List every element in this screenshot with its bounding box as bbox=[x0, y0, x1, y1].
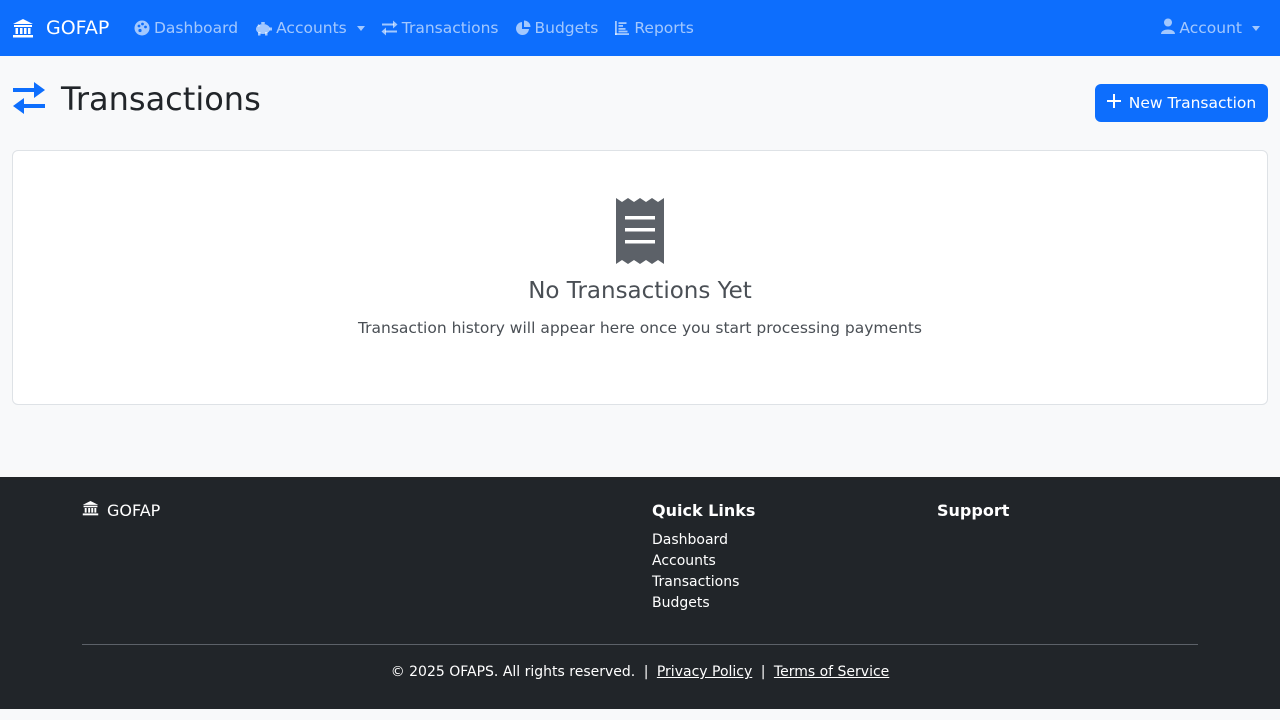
footer-brand-name: GOFAP bbox=[107, 500, 161, 520]
brand-link[interactable]: GOFAP bbox=[12, 0, 109, 56]
account-label: Account bbox=[1179, 19, 1242, 37]
new-transaction-label: New Transaction bbox=[1128, 94, 1257, 112]
bank-icon bbox=[82, 500, 99, 520]
brand-name: GOFAP bbox=[46, 17, 110, 39]
nav-item-transactions[interactable]: Transactions bbox=[381, 19, 499, 37]
nav-item-dashboard[interactable]: Dashboard bbox=[134, 19, 238, 37]
palette-icon bbox=[134, 20, 150, 36]
plus-icon bbox=[1106, 94, 1121, 112]
copyright-text: © 2025 OFAPS. All rights reserved. bbox=[390, 664, 636, 680]
navbar: GOFAP Dashboard Accounts Transactions Bu… bbox=[0, 0, 1280, 56]
nav-item-label: Reports bbox=[634, 19, 694, 37]
empty-state-subtitle: Transaction history will appear here onc… bbox=[357, 319, 923, 337]
nav-item-label: Budgets bbox=[534, 19, 599, 37]
empty-state-title: No Transactions Yet bbox=[528, 278, 752, 304]
separator: | bbox=[760, 664, 766, 680]
exchange-icon bbox=[12, 82, 46, 118]
nav-item-label: Transactions bbox=[401, 19, 499, 37]
piggy-bank-icon bbox=[254, 20, 273, 36]
footer-copyright-line: © 2025 OFAPS. All rights reserved. | Pri… bbox=[0, 664, 1280, 680]
nav-item-accounts[interactable]: Accounts bbox=[254, 19, 365, 37]
quick-links-list: Dashboard Accounts Transactions Budgets bbox=[652, 530, 739, 614]
footer-link-transactions[interactable]: Transactions bbox=[652, 572, 739, 593]
footer-link-budgets[interactable]: Budgets bbox=[652, 593, 739, 614]
nav-item-budgets[interactable]: Budgets bbox=[515, 19, 599, 37]
nav-menu: Dashboard Accounts Transactions Budgets … bbox=[134, 0, 694, 56]
privacy-policy-link[interactable]: Privacy Policy bbox=[657, 664, 752, 680]
nav-item-label: Accounts bbox=[276, 19, 347, 37]
separator: | bbox=[643, 664, 649, 680]
account-dropdown[interactable]: Account bbox=[1161, 0, 1260, 56]
footer-divider bbox=[82, 644, 1198, 645]
nav-item-reports[interactable]: Reports bbox=[614, 19, 694, 37]
nav-item-label: Dashboard bbox=[154, 19, 239, 37]
bar-chart-icon bbox=[614, 20, 630, 36]
footer-brand: GOFAP bbox=[82, 500, 160, 520]
footer: GOFAP Quick Links Dashboard Accounts Tra… bbox=[0, 477, 1280, 709]
transactions-card: No Transactions Yet Transaction history … bbox=[12, 150, 1268, 405]
new-transaction-button[interactable]: New Transaction bbox=[1095, 84, 1268, 122]
pie-chart-icon bbox=[515, 20, 531, 36]
chevron-down-icon bbox=[356, 25, 365, 31]
terms-of-service-link[interactable]: Terms of Service bbox=[774, 664, 889, 680]
exchange-icon bbox=[381, 20, 398, 36]
page-title: Transactions bbox=[61, 80, 261, 118]
support-heading: Support bbox=[937, 501, 1010, 520]
receipt-icon bbox=[615, 198, 665, 268]
footer-link-dashboard[interactable]: Dashboard bbox=[652, 530, 739, 551]
footer-link-accounts[interactable]: Accounts bbox=[652, 551, 739, 572]
bank-icon bbox=[12, 18, 34, 38]
quick-links-heading: Quick Links bbox=[652, 501, 756, 520]
chevron-down-icon bbox=[1252, 25, 1260, 31]
user-icon bbox=[1161, 18, 1176, 38]
